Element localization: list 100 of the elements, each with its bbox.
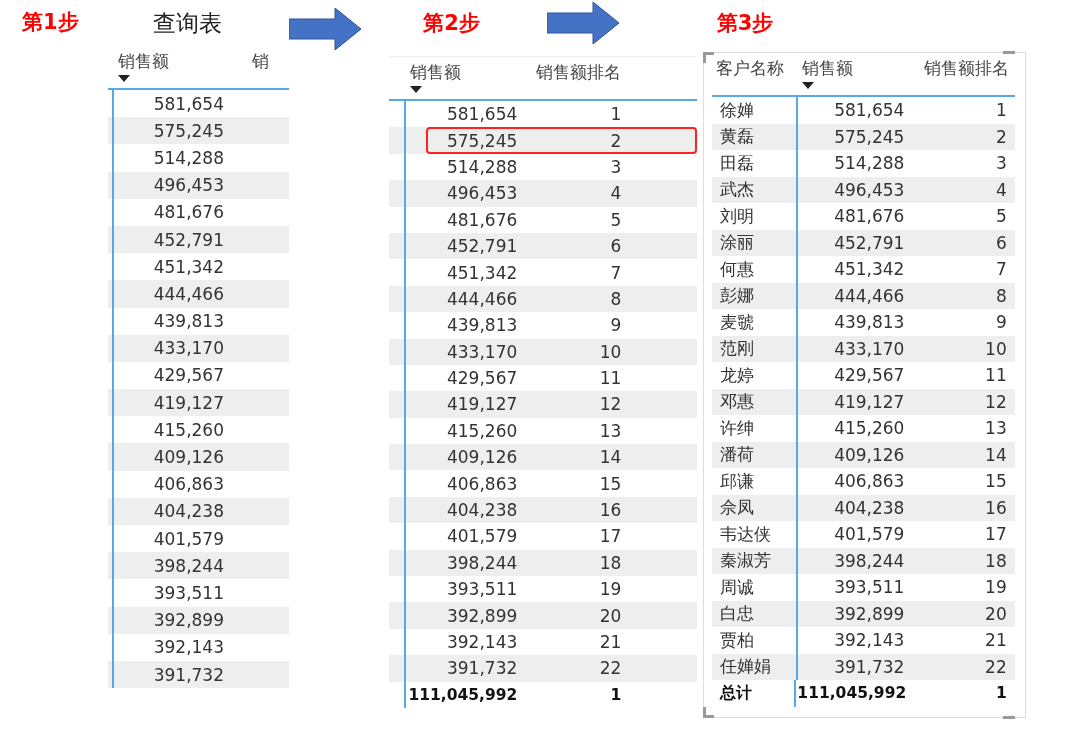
table-cell: 10 (599, 341, 622, 362)
table-cell: 4 (610, 183, 622, 204)
table-cell: 麦虢 (719, 310, 754, 334)
sort-arrow-icon[interactable] (410, 86, 423, 93)
table-cell: 452,791 (153, 229, 224, 250)
table-cell: 409,126 (447, 447, 518, 468)
table-cell: 8 (995, 285, 1007, 306)
sort-arrow-icon[interactable] (801, 82, 814, 89)
table-cell: 龙婷 (719, 363, 754, 387)
table-cell: 韦达侠 (719, 522, 771, 546)
table-cell: 575,245 (834, 126, 905, 147)
table-cell: 481,676 (447, 209, 518, 230)
table-cell: 16 (599, 500, 622, 521)
table-cell: 581,654 (153, 93, 224, 114)
column-header[interactable]: 销 (248, 50, 276, 88)
table-cell: 419,127 (834, 391, 905, 412)
table-cell: 5 (995, 206, 1007, 227)
table-cell: 393,511 (834, 577, 905, 598)
table-cell: 18 (985, 550, 1007, 571)
column-header[interactable]: 销售额排名 (523, 61, 630, 99)
table-cell: 15 (599, 473, 622, 494)
table-cell: 404,238 (153, 501, 224, 522)
table-cell: 496,453 (153, 175, 224, 196)
table-cell: 白忠 (719, 602, 754, 626)
table-cell: 邓惠 (719, 390, 754, 414)
table-cell: 404,238 (834, 497, 905, 518)
table-cell: 415,260 (153, 419, 224, 440)
table-cell: 20 (985, 603, 1007, 624)
column-header[interactable]: 销售额排名 (912, 57, 1015, 95)
step-label: 第3步 (716, 10, 774, 37)
table-cell: 581,654 (447, 104, 518, 125)
table-cell: 佘凤 (719, 496, 754, 520)
table-cell: 2 (610, 130, 622, 151)
table-cell: 8 (610, 288, 622, 309)
table-cell: 武杰 (719, 178, 754, 202)
table-cell: 496,453 (834, 179, 905, 200)
table-cell: 9 (995, 312, 1007, 333)
total-cell: 总计 (719, 682, 752, 704)
resize-handle[interactable] (1002, 715, 1015, 719)
table-cell: 7 (610, 262, 622, 283)
table-cell: 406,863 (447, 473, 518, 494)
arrow-icon (546, 2, 619, 44)
table-cell: 1 (610, 104, 622, 125)
table-cell: 13 (599, 420, 622, 441)
arrow-icon (289, 8, 362, 50)
table-cell: 3 (610, 156, 622, 177)
column-header[interactable]: 销售额 (795, 57, 913, 95)
table-cell: 575,245 (447, 130, 518, 151)
sort-arrow-icon[interactable] (118, 75, 130, 82)
table-cell: 452,791 (834, 232, 905, 253)
table-cell: 6 (995, 232, 1007, 253)
step-label: 第2步 (423, 10, 480, 37)
table-cell: 581,654 (834, 100, 905, 121)
table-cell: 451,342 (834, 259, 905, 280)
column-header[interactable]: 销售额 (112, 50, 248, 88)
table-cell: 彭娜 (719, 284, 754, 308)
table-cell: 393,511 (447, 579, 518, 600)
table-cell: 409,126 (834, 444, 905, 465)
table-cell: 392,899 (153, 610, 224, 631)
table-cell: 419,127 (153, 392, 224, 413)
total-cell: 1 (995, 684, 1007, 703)
table-cell: 514,288 (834, 153, 905, 174)
table-cell: 16 (985, 497, 1007, 518)
table-cell: 2 (995, 126, 1007, 147)
table-cell: 439,813 (834, 312, 905, 333)
table-cell: 11 (985, 365, 1007, 386)
table-cell: 398,244 (153, 555, 224, 576)
table-cell: 398,244 (834, 550, 905, 571)
table-cell: 20 (599, 605, 622, 626)
table-cell: 409,126 (153, 447, 224, 468)
resize-handle[interactable] (1002, 51, 1015, 54)
table-cell: 12 (599, 394, 622, 415)
table-cell: 401,579 (153, 528, 224, 549)
table-cell: 12 (985, 391, 1007, 412)
table-cell: 14 (985, 444, 1007, 465)
resize-handle[interactable] (702, 52, 714, 63)
table-cell: 7 (995, 259, 1007, 280)
table-cell: 444,466 (447, 288, 518, 309)
table-cell: 406,863 (834, 471, 905, 492)
table-cell: 392,143 (447, 632, 518, 652)
table-cell: 451,342 (153, 256, 224, 277)
column-header[interactable]: 销售额 (404, 61, 524, 99)
table-cell: 429,567 (834, 365, 905, 386)
table-cell: 514,288 (447, 156, 518, 177)
table-cell: 范刚 (719, 337, 754, 361)
table-cell: 514,288 (153, 147, 224, 168)
table-cell: 415,260 (834, 418, 905, 439)
column-header[interactable]: 客户名称 (711, 57, 796, 95)
table-cell: 444,466 (153, 283, 224, 304)
table-cell: 429,567 (447, 368, 518, 389)
table-cell: 18 (599, 552, 622, 573)
table-cell: 392,899 (834, 603, 905, 624)
table-cell: 10 (985, 338, 1007, 359)
table-title: 查询表 (152, 8, 222, 38)
table-cell: 贾柏 (719, 628, 754, 652)
table-cell: 刘明 (719, 204, 754, 228)
table-cell: 22 (599, 658, 622, 679)
table-cell: 401,579 (447, 526, 518, 547)
resize-handle[interactable] (702, 706, 714, 718)
table-cell: 392,143 (834, 630, 905, 651)
